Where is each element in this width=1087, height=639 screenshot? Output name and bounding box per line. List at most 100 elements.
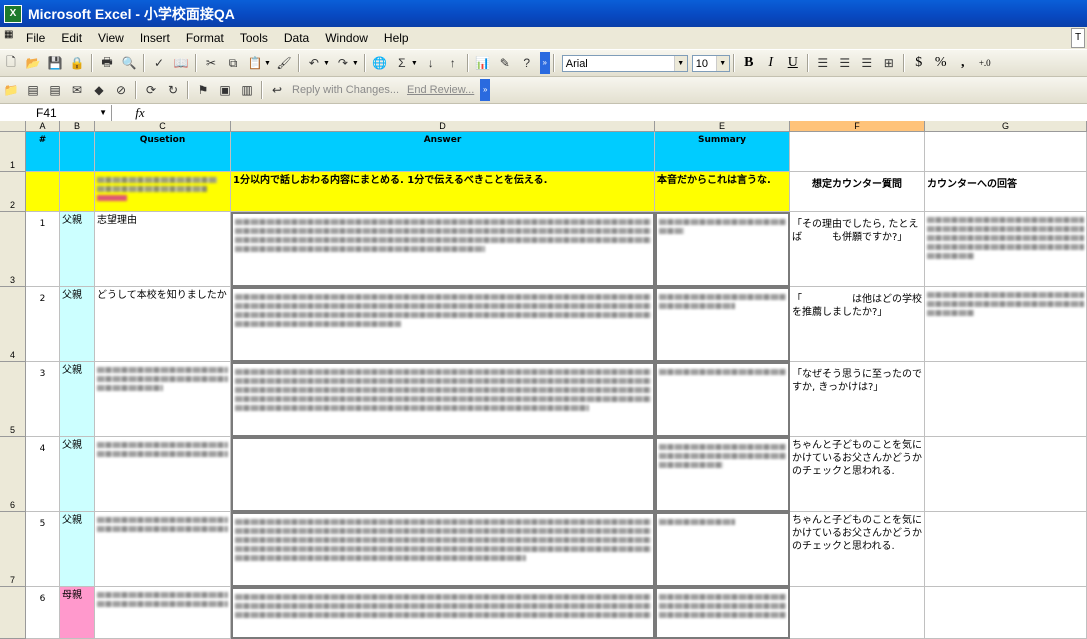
help-icon[interactable]: ?	[517, 53, 537, 73]
chart-wizard-icon[interactable]: 📊	[473, 53, 493, 73]
italic-button[interactable]: I	[760, 53, 782, 73]
summary-cell[interactable]	[655, 512, 790, 587]
redo-icon[interactable]: ↷	[333, 53, 353, 73]
track-changes-icon[interactable]: ⟳	[141, 80, 161, 100]
chart-icon[interactable]: ▤	[23, 80, 43, 100]
hyperlink-icon[interactable]: 🌐	[370, 53, 390, 73]
header-number[interactable]: #	[26, 132, 60, 172]
cell-e2[interactable]: 本音だからこれは言うな.	[655, 172, 790, 212]
menu-tools[interactable]: Tools	[232, 28, 276, 48]
header-summary[interactable]: Summary	[655, 132, 790, 172]
percent-button[interactable]: %	[930, 53, 952, 73]
column-header-e[interactable]: E	[655, 121, 790, 132]
counter-cell[interactable]: 「 は他はどの学校を推薦しましたか?」	[790, 287, 925, 362]
answer-cell[interactable]	[231, 212, 655, 287]
format-painter-icon[interactable]: 🖌	[274, 53, 294, 73]
autosum-icon[interactable]: Σ	[392, 53, 412, 73]
parent-cell[interactable]: 父親	[60, 362, 95, 437]
counter-answer-cell[interactable]	[925, 287, 1087, 362]
question-cell[interactable]	[95, 512, 231, 587]
question-cell[interactable]	[95, 362, 231, 437]
menu-data[interactable]: Data	[276, 28, 317, 48]
permission-icon[interactable]: 🔒	[67, 53, 87, 73]
parent-cell[interactable]: 父親	[60, 287, 95, 362]
cell-f2[interactable]: 想定カウンター質問	[790, 172, 925, 212]
save-icon[interactable]: 💾	[45, 53, 65, 73]
parent-cell[interactable]: 父親	[60, 512, 95, 587]
summary-cell[interactable]	[655, 587, 790, 639]
font-size-combo[interactable]: 10 ▼	[691, 54, 730, 72]
menu-window[interactable]: Window	[317, 28, 376, 48]
parent-cell[interactable]: 父親	[60, 437, 95, 512]
counter-answer-cell[interactable]	[925, 512, 1087, 587]
summary-cell[interactable]	[655, 437, 790, 512]
row-header-6[interactable]: 6	[0, 437, 26, 512]
menu-edit[interactable]: Edit	[53, 28, 90, 48]
column-header-a[interactable]: A	[26, 121, 60, 132]
shapes-icon[interactable]: ◆	[89, 80, 109, 100]
chart-icon[interactable]: ▤	[45, 80, 65, 100]
comment-icon[interactable]: ▣	[215, 80, 235, 100]
column-header-f[interactable]: F	[790, 121, 925, 132]
sort-descending-icon[interactable]: ↑	[443, 53, 463, 73]
chevron-down-icon[interactable]: ▼	[673, 55, 687, 71]
header-question[interactable]: Qusetion	[95, 132, 231, 172]
excel-icon[interactable]: X	[4, 4, 22, 23]
sort-ascending-icon[interactable]: ↓	[421, 53, 441, 73]
counter-answer-cell[interactable]	[925, 362, 1087, 437]
workbook-icon[interactable]: ▦	[4, 29, 18, 47]
cell-f1[interactable]	[790, 132, 925, 172]
row-header-3[interactable]: 3	[0, 212, 26, 287]
row-header-5[interactable]: 5	[0, 362, 26, 437]
underline-button[interactable]: U	[782, 53, 804, 73]
new-icon[interactable]: 🗋	[1, 53, 21, 73]
comma-button[interactable]: ,	[952, 53, 974, 73]
row-number[interactable]: 3	[26, 362, 60, 437]
delete-icon[interactable]: ⊘	[111, 80, 131, 100]
research-icon[interactable]: 📖	[171, 53, 191, 73]
cell-a2[interactable]	[26, 172, 60, 212]
summary-cell[interactable]	[655, 212, 790, 287]
answer-cell[interactable]	[231, 512, 655, 587]
chevron-down-icon[interactable]: ▼	[99, 105, 107, 121]
cell-c2[interactable]	[95, 172, 231, 212]
row-header-2[interactable]: 2	[0, 172, 26, 212]
end-review-button[interactable]: End Review...	[407, 84, 474, 96]
review-icon[interactable]: ▥	[237, 80, 257, 100]
spelling-icon[interactable]: ✓	[149, 53, 169, 73]
row-number[interactable]: 6	[26, 587, 60, 639]
question-cell[interactable]: 志望理由	[95, 212, 231, 287]
menu-format[interactable]: Format	[178, 28, 232, 48]
flag-icon[interactable]: ⚑	[193, 80, 213, 100]
drawing-icon[interactable]: ✎	[495, 53, 515, 73]
currency-button[interactable]: $	[908, 53, 930, 73]
summary-cell[interactable]	[655, 287, 790, 362]
cell-b2[interactable]	[60, 172, 95, 212]
cell-g1[interactable]	[925, 132, 1087, 172]
counter-cell[interactable]: 「その理由でしたら, たとえば も併願ですか?」	[790, 212, 925, 287]
insert-function-icon[interactable]: fx	[112, 105, 168, 121]
answer-cell[interactable]	[231, 287, 655, 362]
cut-icon[interactable]: ✂	[201, 53, 221, 73]
refresh-icon[interactable]: ↻	[163, 80, 183, 100]
bold-button[interactable]: B	[738, 53, 760, 73]
row-header-8[interactable]	[0, 587, 26, 639]
counter-cell[interactable]: ちゃんと子どものことを気にかけているお父さんかどうかのチェックと思われる.	[790, 437, 925, 512]
counter-cell[interactable]: ちゃんと子どものことを気にかけているお父さんかどうかのチェックと思われる.	[790, 512, 925, 587]
print-preview-icon[interactable]: 🔍	[119, 53, 139, 73]
menu-help[interactable]: Help	[376, 28, 417, 48]
header-answer[interactable]: Answer	[231, 132, 655, 172]
question-box[interactable]: T	[1071, 28, 1085, 48]
row-number[interactable]: 5	[26, 512, 60, 587]
row-header-7[interactable]: 7	[0, 512, 26, 587]
font-name-combo[interactable]: Arial ▼	[561, 54, 688, 72]
parent-cell[interactable]: 母親	[60, 587, 95, 639]
align-left-icon[interactable]: ☰	[813, 53, 833, 73]
question-cell[interactable]: どうして本校を知りましたか	[95, 287, 231, 362]
counter-answer-cell[interactable]	[925, 212, 1087, 287]
undo-icon[interactable]: ↶	[304, 53, 324, 73]
row-number[interactable]: 1	[26, 212, 60, 287]
answer-cell[interactable]	[231, 587, 655, 639]
open-icon[interactable]: 📂	[23, 53, 43, 73]
menu-view[interactable]: View	[90, 28, 132, 48]
